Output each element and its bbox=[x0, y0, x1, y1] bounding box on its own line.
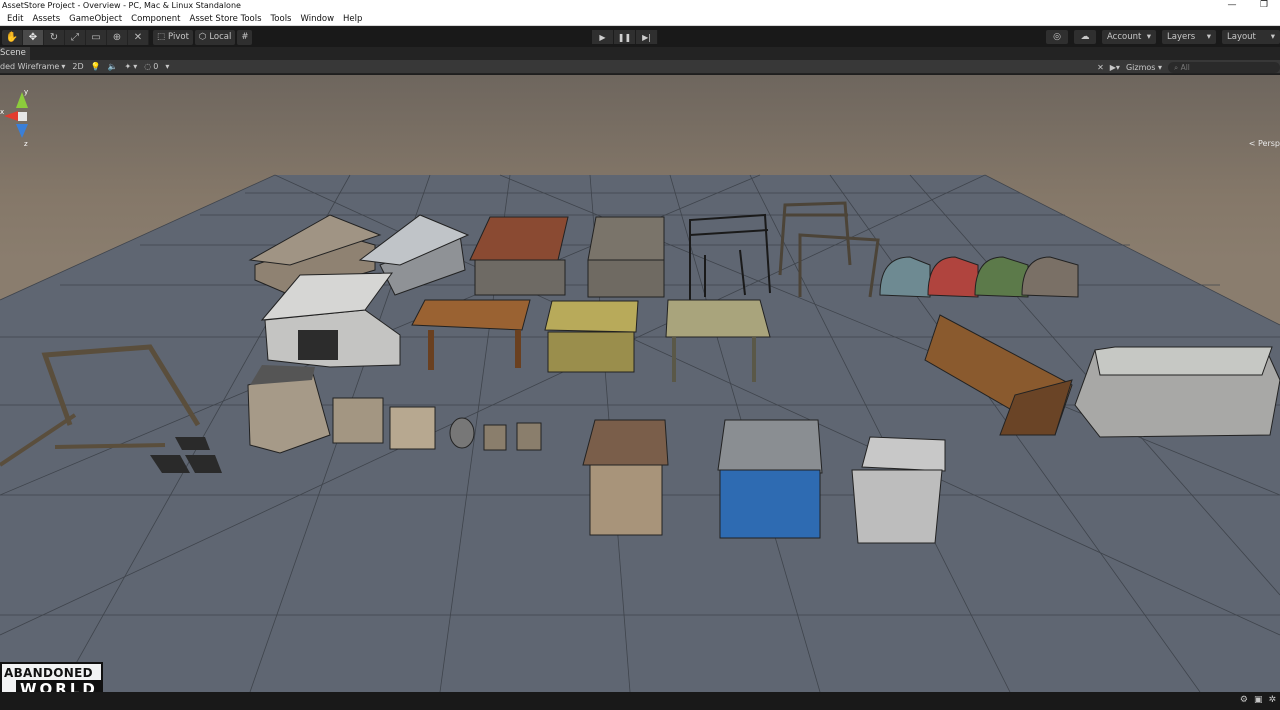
account-dropdown[interactable]: Account ▾ bbox=[1102, 30, 1156, 44]
scene-toolbar-right: ✕ ▶▾ Gizmos ▾ ⌕ All bbox=[1097, 60, 1280, 74]
rect-tool-icon[interactable]: ▭ bbox=[86, 29, 107, 45]
mode-2d-label: 2D bbox=[72, 62, 84, 71]
transform-tool-icon[interactable]: ⊕ bbox=[107, 29, 128, 45]
local-label: Local bbox=[209, 32, 232, 42]
chevron-down-icon: ▾ bbox=[1157, 62, 1162, 72]
main-toolbar: ✋ ✥ ↻ ⤢ ▭ ⊕ ✕ ⬚ Pivot ⬡ Local # ▶ ❚❚ ▶| … bbox=[0, 27, 1280, 47]
gizmos-label: Gizmos bbox=[1125, 62, 1156, 72]
cloud-icon[interactable]: ☁ bbox=[1074, 30, 1096, 44]
auto-generate-lighting-icon[interactable]: ⚙ bbox=[1240, 695, 1248, 705]
local-toggle[interactable]: ⬡ Local bbox=[194, 29, 236, 45]
outhouse-wooden bbox=[582, 419, 669, 536]
collab-icon[interactable]: ◎ bbox=[1046, 30, 1068, 44]
menu-window[interactable]: Window bbox=[301, 12, 335, 25]
custom-tool-icon[interactable]: ✕ bbox=[128, 29, 149, 45]
menu-gameobject[interactable]: GameObject bbox=[69, 12, 122, 25]
orientation-gizmo[interactable]: y x z bbox=[0, 88, 44, 152]
z-axis-label: z bbox=[24, 140, 28, 148]
layout-label: Layout bbox=[1227, 32, 1256, 42]
logo-line-1: ABANDONED bbox=[4, 666, 93, 680]
shading-mode-dropdown[interactable]: ded Wireframe ▾ bbox=[0, 62, 65, 71]
window-title: AssetStore Project - Overview - PC, Mac … bbox=[2, 1, 241, 10]
chevron-down-icon: ▾ bbox=[165, 62, 170, 71]
menu-help[interactable]: Help bbox=[343, 12, 362, 25]
menu-tools[interactable]: Tools bbox=[271, 12, 292, 25]
effects-icon: ✦ bbox=[124, 62, 132, 71]
shed-rusty-roof bbox=[469, 216, 569, 296]
toggle-2d-button[interactable]: 2D bbox=[72, 62, 83, 71]
y-axis-label: y bbox=[24, 88, 28, 96]
booth-white bbox=[851, 436, 946, 544]
restore-button[interactable]: ❐ bbox=[1248, 0, 1280, 12]
grid-snap-icon: # bbox=[241, 32, 249, 42]
toolbar-right: ◎ ☁ Account ▾ Layers ▾ Layout ▾ bbox=[1046, 30, 1280, 44]
chevron-down-icon: ▾ bbox=[1206, 32, 1211, 42]
search-icon: ⌕ bbox=[1174, 62, 1181, 72]
menu-assets[interactable]: Assets bbox=[32, 12, 60, 25]
audio-icon[interactable]: 🔈 bbox=[108, 62, 118, 71]
lighting-icon[interactable]: 💡 bbox=[91, 62, 101, 71]
x-axis-cone-icon[interactable] bbox=[4, 111, 18, 121]
grid-snap-button[interactable]: # bbox=[237, 29, 253, 45]
trailer-metal bbox=[1074, 346, 1280, 438]
search-placeholder: All bbox=[1180, 62, 1190, 72]
scene-search-input[interactable]: ⌕ All bbox=[1168, 61, 1280, 73]
effects-dropdown[interactable]: ✦ ▾ bbox=[125, 62, 138, 71]
chevron-down-icon: ▾ bbox=[1270, 32, 1275, 42]
play-controls: ▶ ❚❚ ▶| bbox=[592, 30, 658, 44]
status-bar: ⚙ ▣ ✲ bbox=[0, 692, 1280, 710]
play-icon[interactable]: ▶ bbox=[592, 30, 614, 44]
account-label: Account bbox=[1107, 32, 1142, 42]
z-axis-cone-icon[interactable] bbox=[16, 124, 28, 138]
cabin-blue bbox=[717, 419, 823, 539]
scene-render bbox=[0, 174, 1280, 692]
hidden-count: 0 bbox=[153, 62, 159, 71]
menu-bar: Edit Assets GameObject Component Asset S… bbox=[0, 12, 1280, 26]
chevron-down-icon: ▾ bbox=[1146, 32, 1151, 42]
menu-edit[interactable]: Edit bbox=[7, 12, 23, 25]
layout-dropdown[interactable]: Layout ▾ bbox=[1222, 30, 1280, 44]
gizmos-dropdown[interactable]: Gizmos ▾ bbox=[1126, 63, 1162, 72]
step-icon[interactable]: ▶| bbox=[636, 30, 658, 44]
shed-concrete bbox=[587, 216, 665, 298]
eye-off-icon: ◌ bbox=[144, 62, 152, 71]
scene-toolbar: ded Wireframe ▾ 2D 💡 🔈 ✦ ▾ ◌ 0 ▾ ✕ ▶▾ Gi… bbox=[0, 60, 1280, 74]
table-yellow bbox=[544, 300, 639, 373]
shading-mode-label: ded Wireframe bbox=[0, 62, 60, 71]
pivot-icon: ⬚ bbox=[157, 32, 166, 42]
hidden-objects-toggle[interactable]: ◌ 0 bbox=[144, 62, 158, 71]
cache-icon[interactable]: ▣ bbox=[1254, 695, 1263, 705]
menu-asset-store-tools[interactable]: Asset Store Tools bbox=[190, 12, 262, 25]
pivot-label: Pivot bbox=[168, 32, 189, 42]
scene-viewport[interactable]: y x z < Persp bbox=[0, 75, 1280, 692]
persp-view-label[interactable]: < Persp bbox=[1249, 139, 1280, 148]
camera-options-dropdown[interactable]: ▾ bbox=[165, 62, 169, 71]
scene-tab-bar: Scene bbox=[0, 47, 1280, 60]
move-tool-icon[interactable]: ✥ bbox=[23, 29, 44, 45]
pivot-toggle[interactable]: ⬚ Pivot bbox=[153, 29, 193, 45]
chevron-down-icon: ▾ bbox=[61, 62, 66, 71]
scale-tool-icon[interactable]: ⤢ bbox=[65, 29, 86, 45]
tab-scene[interactable]: Scene bbox=[0, 47, 30, 60]
menu-component[interactable]: Component bbox=[131, 12, 180, 25]
camera-icon[interactable]: ▶▾ bbox=[1110, 63, 1120, 72]
x-axis-label: x bbox=[0, 108, 4, 116]
window-title-bar: AssetStore Project - Overview - PC, Mac … bbox=[0, 0, 1280, 12]
minimize-button[interactable]: — bbox=[1216, 0, 1248, 12]
layers-dropdown[interactable]: Layers ▾ bbox=[1162, 30, 1216, 44]
tools-icon[interactable]: ✕ bbox=[1097, 63, 1104, 72]
rotate-tool-icon[interactable]: ↻ bbox=[44, 29, 65, 45]
hand-tool-icon[interactable]: ✋ bbox=[2, 29, 23, 45]
debug-icon[interactable]: ✲ bbox=[1268, 695, 1276, 705]
local-icon: ⬡ bbox=[198, 32, 207, 42]
pause-icon[interactable]: ❚❚ bbox=[614, 30, 636, 44]
chevron-down-icon: ▾ bbox=[133, 62, 138, 71]
gizmo-center-cube-icon[interactable] bbox=[18, 112, 27, 121]
layers-label: Layers bbox=[1167, 32, 1196, 42]
transform-tools: ✋ ✥ ↻ ⤢ ▭ ⊕ ✕ bbox=[2, 29, 149, 45]
